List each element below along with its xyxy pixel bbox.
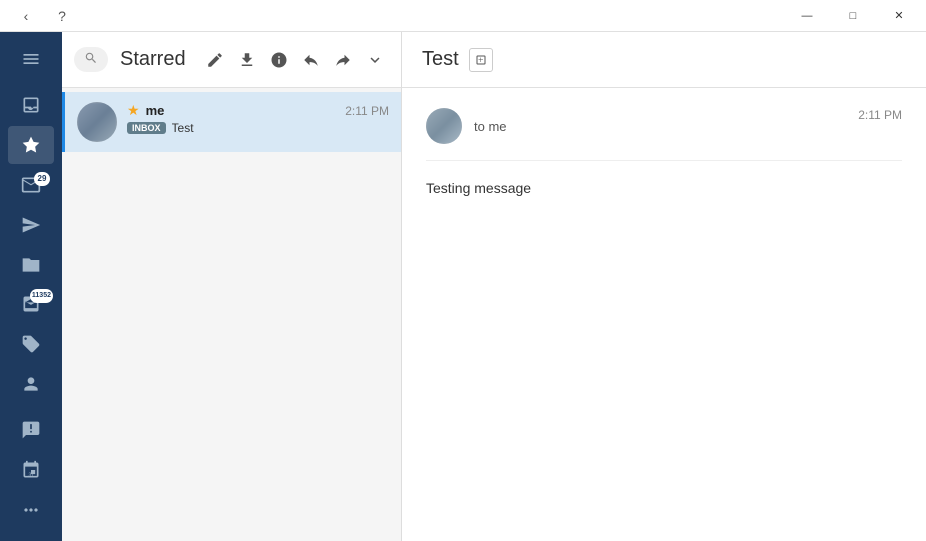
contacts-icon <box>21 374 41 394</box>
sent-icon <box>21 215 41 235</box>
email-sender: me <box>146 103 165 118</box>
sidebar-item-tags[interactable] <box>8 325 54 363</box>
sidebar-item-drafts[interactable]: 29 <box>8 166 54 204</box>
sidebar-item-sent[interactable] <box>8 206 54 244</box>
star-icon <box>21 135 41 155</box>
toolbar-actions <box>201 46 389 74</box>
expand-button[interactable] <box>469 48 493 72</box>
sidebar: 29 11352 <box>0 32 62 541</box>
more-icon <box>21 500 41 520</box>
titlebar-nav: ‹ ? <box>12 2 76 30</box>
minimize-button[interactable]: — <box>784 0 830 32</box>
titlebar-controls: — □ ✕ <box>784 0 922 32</box>
search-icon <box>84 51 98 68</box>
folder-icon <box>21 255 41 275</box>
sidebar-item-contacts[interactable] <box>8 365 54 403</box>
hamburger-icon <box>21 49 41 69</box>
reply-button[interactable] <box>297 46 325 74</box>
email-toolbar: Starred <box>62 32 401 88</box>
tags-icon <box>21 334 41 354</box>
menu-icon[interactable] <box>8 40 54 78</box>
message-sender-info: to me <box>426 108 507 144</box>
download-button[interactable] <box>233 46 261 74</box>
email-subject: Test <box>172 121 194 135</box>
close-button[interactable]: ✕ <box>876 0 922 32</box>
star-filled-icon: ★ <box>127 102 140 119</box>
svg-text:31: 31 <box>29 473 35 479</box>
app-body: 29 11352 <box>0 32 926 541</box>
email-list-panel: Starred <box>62 32 402 541</box>
folder-title: Starred <box>120 48 186 71</box>
detail-toolbar: Test <box>402 32 926 88</box>
inbox-icon <box>21 95 41 115</box>
compose-button[interactable] <box>201 46 229 74</box>
all-mail-badge: 11352 <box>30 289 53 303</box>
message-detail-time: 2:11 PM <box>858 108 902 122</box>
sidebar-item-all-mail[interactable]: 11352 <box>8 286 54 324</box>
email-detail-title: Test <box>422 48 459 71</box>
calendar-icon: 31 <box>21 460 41 480</box>
sidebar-item-inbox[interactable] <box>8 86 54 124</box>
more-actions-button[interactable] <box>361 46 389 74</box>
back-button[interactable]: ‹ <box>12 2 40 30</box>
email-detail-panel: Test to me 2:11 PM Testing message <box>402 32 926 541</box>
forward-button[interactable] <box>329 46 357 74</box>
message-body: Testing message <box>426 177 902 199</box>
email-item[interactable]: ★ me 2:11 PM Inbox Test <box>62 92 401 152</box>
sidebar-item-more[interactable] <box>8 491 54 529</box>
message-avatar <box>426 108 462 144</box>
contact-detail-icon <box>21 420 41 440</box>
inbox-badge: Inbox <box>127 122 166 134</box>
help-button[interactable]: ? <box>48 2 76 30</box>
maximize-button[interactable]: □ <box>830 0 876 32</box>
email-sender-row: ★ me <box>127 102 164 119</box>
titlebar: ‹ ? — □ ✕ <box>0 0 926 32</box>
info-button[interactable] <box>265 46 293 74</box>
sidebar-item-spam[interactable] <box>8 246 54 284</box>
email-time: 2:11 PM <box>345 104 389 118</box>
sidebar-item-contact-detail[interactable] <box>8 411 54 449</box>
email-list: ★ me 2:11 PM Inbox Test <box>62 88 401 541</box>
avatar <box>77 102 117 142</box>
sidebar-item-calendar[interactable]: 31 <box>8 451 54 489</box>
email-header: ★ me 2:11 PM <box>127 102 389 119</box>
email-content: ★ me 2:11 PM Inbox Test <box>127 102 389 135</box>
sidebar-item-starred[interactable] <box>8 126 54 164</box>
email-subject-row: Inbox Test <box>127 121 389 135</box>
message-header: to me 2:11 PM <box>426 108 902 161</box>
email-message: to me 2:11 PM Testing message <box>402 88 926 541</box>
drafts-badge: 29 <box>34 172 50 186</box>
search-box <box>74 47 108 72</box>
message-from: to me <box>474 119 507 134</box>
